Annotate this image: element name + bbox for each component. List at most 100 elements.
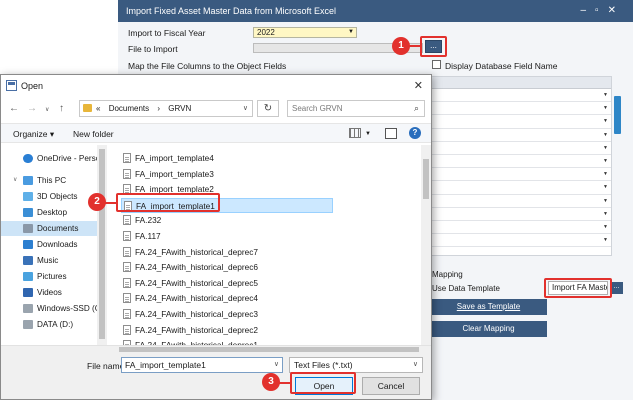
list-item[interactable]: FA.232 [121,213,333,228]
file-list-scrollbar[interactable] [421,145,431,345]
table-row[interactable]: ▼ [431,208,611,221]
callout-badge-1: 1 [392,37,410,55]
text-file-icon [123,168,131,179]
expand-icon[interactable]: ∨ [13,173,17,188]
list-item[interactable]: FA.24_FAwith_historical_deprec5 [121,276,333,291]
cancel-button[interactable]: Cancel [362,377,420,395]
organize-menu[interactable]: Organize ▾ [13,129,54,140]
clear-mapping-button[interactable]: Clear Mapping [430,321,547,337]
fiscal-year-select[interactable]: 2022 ▼ [253,27,357,38]
dropdown-arrow-icon: ▼ [603,131,608,138]
up-arrow-icon[interactable]: ↑ [59,103,64,114]
text-file-icon [123,324,131,335]
back-arrow-icon[interactable]: ← [9,103,19,114]
selected-file-highlight [116,193,220,212]
navigation-pane: OneDrive - Person ∨ This PC 3D Objects D… [1,145,109,345]
sidebar-item-downloads[interactable]: Downloads [1,237,97,252]
breadcrumb-grvn[interactable]: GRVN [168,104,191,113]
table-row[interactable]: ▼ [431,89,611,103]
save-as-template-button[interactable]: Save as Template [430,299,547,315]
videos-icon [23,288,33,297]
new-folder-button[interactable]: New folder [73,129,114,139]
table-row[interactable]: ▼ [431,115,611,129]
text-file-icon [123,153,131,163]
file-name: FA.24_FAwith_historical_deprec4 [135,293,258,304]
address-bar[interactable]: « Documents › GRVN ∨ [79,100,253,117]
search-input[interactable]: Search GRVN ⌕ [287,100,425,117]
file-name-input[interactable]: FA_import_template1 ∨ [121,357,283,373]
sidebar-item-windows-ssd[interactable]: Windows-SSD (C [1,301,97,316]
scrollbar-thumb[interactable] [99,149,105,339]
chevron-down-icon[interactable]: ∨ [274,358,279,372]
dropdown-arrow-icon: ▼ [603,237,608,244]
table-row[interactable]: ▼ [431,102,611,116]
file-name: FA.24_FAwith_historical_deprec7 [135,246,258,257]
sidebar-item-documents[interactable]: Documents [1,221,97,236]
file-type-select[interactable]: Text Files (*.txt) ∨ [289,357,423,373]
window-controls[interactable]: –▫✕ [581,0,626,22]
help-icon[interactable]: ? [409,127,421,139]
view-dropdown-icon[interactable]: ▼ [365,131,371,137]
refresh-icon[interactable]: ↻ [257,100,279,117]
list-item[interactable]: FA.24_FAwith_historical_deprec6 [121,260,333,275]
sidebar-item-onedrive[interactable]: OneDrive - Person [1,151,97,166]
cube-icon [23,192,33,201]
list-item[interactable]: FA_import_template3 [121,167,333,182]
drive-icon [23,304,33,313]
file-name: FA.117 [135,231,161,241]
sidebar-item-label: This PC [37,176,67,185]
table-row[interactable]: ▼ [431,221,611,235]
open-button-highlight [290,372,356,394]
dropdown-arrow-icon: ▼ [603,118,608,125]
sidebar-item-desktop[interactable]: Desktop [1,205,97,220]
list-item[interactable]: FA.24_FAwith_historical_deprec3 [121,307,333,322]
list-item[interactable]: FA.117 [121,229,333,244]
table-row[interactable]: ▼ [431,142,611,155]
table-row[interactable]: ▼ [431,181,611,195]
recent-chevron-icon[interactable]: ∨ [45,106,49,113]
file-list: FA_import_template4 FA_import_template3 FA… [109,145,419,345]
horizontal-scrollbar[interactable] [1,345,431,353]
grid-header [431,77,611,89]
scrollbar-thumb[interactable] [119,347,419,352]
display-db-field-checkbox[interactable] [432,60,441,69]
table-row[interactable]: ▼ [431,168,611,182]
dialog-footer: File name: FA_import_template1 ∨ Text Fi… [1,353,431,399]
table-row[interactable]: ▼ [431,129,611,142]
view-options-icon[interactable] [349,128,361,138]
navigation-bar: ← → ∨ ↑ « Documents › GRVN ∨ ↻ Search GR… [1,97,431,121]
sidebar-item-3d-objects[interactable]: 3D Objects [1,189,97,204]
sidebar-item-label: Documents [37,224,79,233]
sidebar-item-videos[interactable]: Videos [1,285,97,300]
navigation-scrollbar[interactable] [97,145,107,345]
close-icon[interactable]: ✕ [414,79,423,92]
sidebar-item-data-d[interactable]: DATA (D:) [1,317,97,332]
list-item[interactable]: FA_import_template4 [121,151,333,166]
sidebar-item-label: Downloads [37,240,78,249]
forward-arrow-icon[interactable]: → [27,103,37,114]
sidebar-item-pictures[interactable]: Pictures [1,269,97,284]
list-item[interactable]: FA.24_FAwith_historical_deprec1 [121,338,333,345]
pictures-icon [23,272,33,281]
table-row[interactable]: ▼ [431,234,611,248]
table-row[interactable]: ▼ [431,155,611,169]
list-item[interactable]: FA.24_FAwith_historical_deprec7 [121,245,333,260]
music-icon [23,256,33,265]
breadcrumb-documents[interactable]: Documents [109,104,149,113]
text-file-icon [123,277,131,288]
chevron-down-icon: ∨ [412,361,418,368]
grid-scrollbar[interactable] [614,96,621,134]
dialog-title: Open [21,81,44,91]
sidebar-item-this-pc[interactable]: ∨ This PC [1,173,97,188]
table-row[interactable]: ▼ [431,195,611,208]
mapping-grid: ▼ ▼ ▼ ▼ ▼ ▼ ▼ ▼ ▼ ▼ ▼ ▼ [430,76,612,256]
scrollbar-thumb[interactable] [423,159,429,199]
address-dropdown-icon[interactable]: ∨ [243,101,248,116]
sidebar-item-music[interactable]: Music [1,253,97,268]
file-name: FA_import_template3 [135,168,214,179]
dropdown-arrow-icon: ▼ [348,29,354,35]
cloud-icon [23,154,33,163]
list-item[interactable]: FA.24_FAwith_historical_deprec4 [121,291,333,306]
preview-pane-icon[interactable] [385,128,397,139]
list-item[interactable]: FA.24_FAwith_historical_deprec2 [121,323,333,338]
